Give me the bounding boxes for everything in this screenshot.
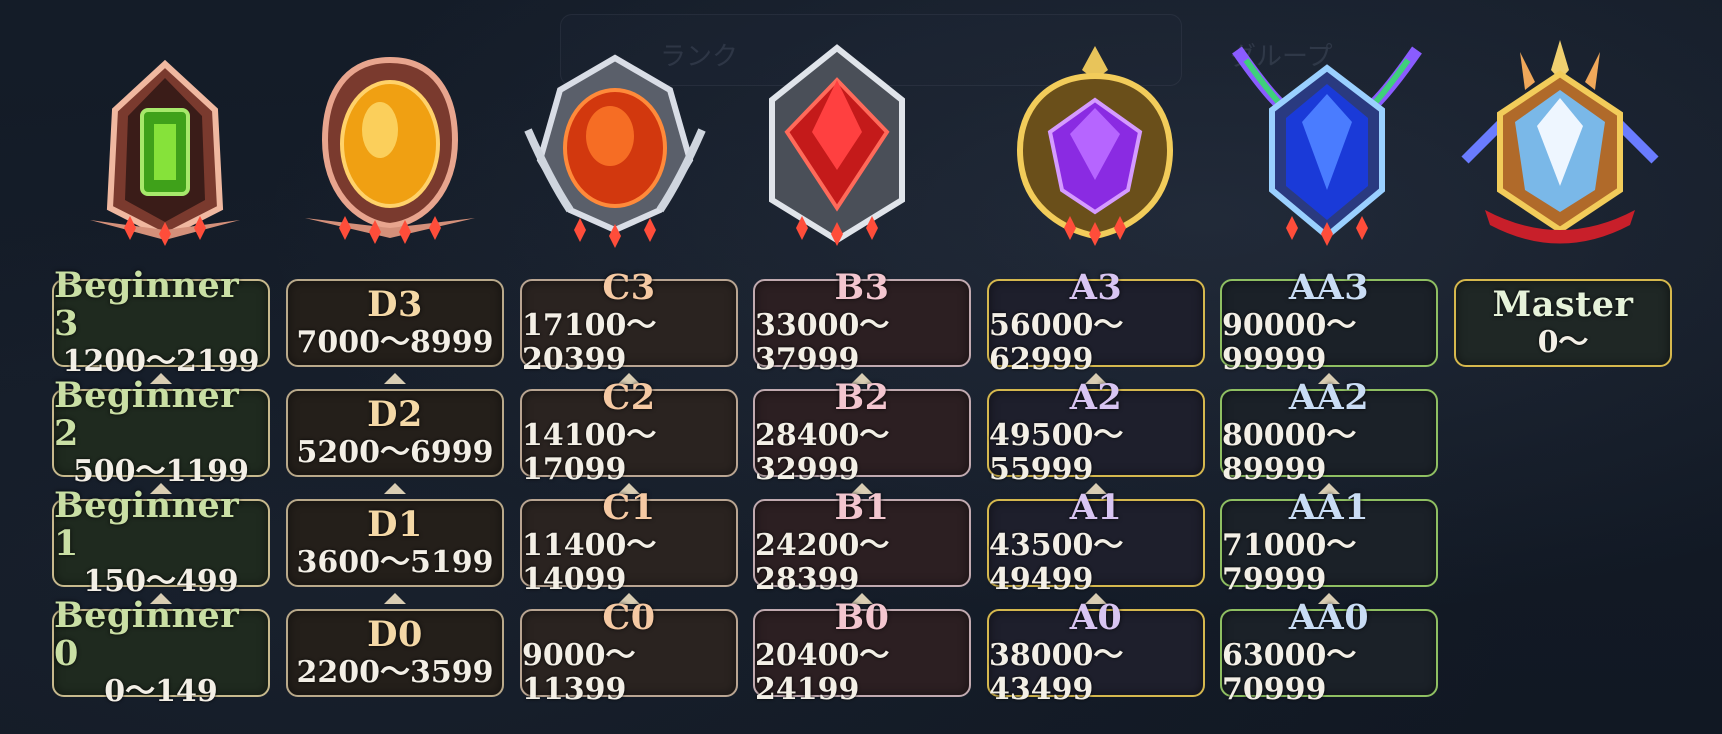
rank-tile-d1[interactable]: D1 3600〜5199 [286,499,504,587]
rank-range: 71000〜79999 [1222,528,1357,597]
rank-name: AA3 [1288,267,1370,308]
rank-tile-a1[interactable]: A1 43500〜49499 [987,489,1205,597]
rank-tile-b0[interactable]: B0 20400〜24199 [753,599,971,707]
rank-tile-beginner-1[interactable]: Beginner 1 150〜499 [52,487,270,599]
rank-range: 33000〜37999 [755,308,890,377]
emerald-badge-icon [70,40,260,250]
rank-name: D2 [367,394,423,435]
rank-tile-c2[interactable]: C2 14100〜17099 [520,379,738,487]
rank-tile-b2[interactable]: B2 28400〜32999 [753,379,971,487]
rank-range: 56000〜62999 [989,308,1124,377]
rank-name: Beginner 3 [54,265,240,344]
rank-range: 38000〜43499 [989,638,1124,707]
flame-badge-icon [520,40,710,250]
rank-tile-d3[interactable]: D3 7000〜8999 [286,279,504,367]
rank-name: A1 [1069,487,1123,528]
rank-range: 24200〜28399 [755,528,890,597]
rank-name: Beginner 1 [54,485,240,564]
amethyst-badge-icon [1000,40,1190,250]
rank-name: A3 [1069,267,1123,308]
rank-name: AA2 [1288,377,1370,418]
rank-tile-beginner-2[interactable]: Beginner 2 500〜1199 [52,377,270,489]
rank-range: 11400〜14099 [522,528,657,597]
rank-name: B2 [834,377,890,418]
rank-tile-b3[interactable]: B3 33000〜37999 [753,269,971,377]
rank-range: 80000〜89999 [1222,418,1357,487]
rank-name: C1 [602,487,656,528]
rank-range: 43500〜49499 [989,528,1124,597]
rank-name: C0 [602,597,656,638]
rank-name: A2 [1069,377,1123,418]
rank-tile-b1[interactable]: B1 24200〜28399 [753,489,971,597]
arrow-up-icon [384,483,406,494]
ruby-badge-icon [742,40,932,250]
rank-tile-c0[interactable]: C0 9000〜11399 [520,599,738,707]
arrow-up-icon [384,593,406,604]
rank-tile-aa0[interactable]: AA0 63000〜70999 [1220,599,1438,707]
rank-range: 9000〜11399 [522,638,636,707]
rank-name: D3 [367,284,423,325]
rank-range: 0〜149 [104,674,218,709]
rank-range: 28400〜32999 [755,418,890,487]
rank-tile-aa1[interactable]: AA1 71000〜79999 [1220,489,1438,597]
rank-tile-beginner-0[interactable]: Beginner 0 0〜149 [52,597,270,709]
rank-range: 17100〜20399 [522,308,657,377]
rank-tile-a3[interactable]: A3 56000〜62999 [987,269,1205,377]
rank-tile-a0[interactable]: A0 38000〜43499 [987,599,1205,707]
rank-range: 0〜 [1537,325,1589,360]
rank-tile-aa3[interactable]: AA3 90000〜99999 [1220,269,1438,377]
rank-name: D1 [367,504,423,545]
rank-range: 90000〜99999 [1222,308,1357,377]
rank-name: D0 [367,614,423,655]
rank-name: B1 [834,487,890,528]
rank-tile-d2[interactable]: D2 5200〜6999 [286,389,504,477]
rank-name: A0 [1069,597,1123,638]
rank-range: 3600〜5199 [296,545,494,580]
sapphire-badge-icon [1232,40,1422,250]
rank-tile-c3[interactable]: C3 17100〜20399 [520,269,738,377]
rank-range: 2200〜3599 [296,655,494,690]
rank-tile-master[interactable]: Master 0〜 [1454,279,1672,367]
rank-name: Beginner 0 [54,595,240,674]
rank-range: 20400〜24199 [755,638,890,707]
rank-name: AA1 [1288,487,1370,528]
diamond-badge-icon [1461,40,1659,250]
rank-tile-beginner-3[interactable]: Beginner 3 1200〜2199 [52,267,270,379]
rank-range: 7000〜8999 [296,325,494,360]
rank-tile-a2[interactable]: A2 49500〜55999 [987,379,1205,487]
amber-badge-icon [295,40,485,250]
rank-range: 63000〜70999 [1222,638,1357,707]
rank-tile-c1[interactable]: C1 11400〜14099 [520,489,738,597]
rank-tile-d0[interactable]: D0 2200〜3599 [286,609,504,697]
rank-tile-aa2[interactable]: AA2 80000〜89999 [1220,379,1438,487]
rank-range: 14100〜17099 [522,418,657,487]
arrow-up-icon [384,373,406,384]
rank-name: C2 [602,377,656,418]
rank-name: Beginner 2 [54,375,240,454]
rank-name: B0 [834,597,890,638]
rank-name: AA0 [1288,597,1370,638]
rank-range: 5200〜6999 [296,435,494,470]
rank-name: Master [1492,284,1634,325]
rank-name: C3 [602,267,656,308]
rank-name: B3 [834,267,890,308]
rank-range: 49500〜55999 [989,418,1124,487]
